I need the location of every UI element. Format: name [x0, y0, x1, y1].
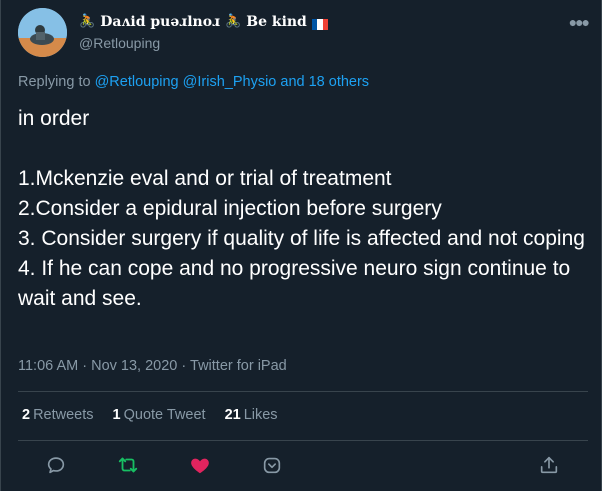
- tweet-date[interactable]: Nov 13, 2020: [91, 358, 177, 374]
- tweet-line: in order: [18, 107, 90, 130]
- reply-mentions[interactable]: @Retlouping @Irish_Physio and 18 others: [95, 74, 369, 90]
- france-flag-icon: [311, 17, 328, 30]
- likes-count: 21: [224, 407, 241, 423]
- quote-tweets-stat[interactable]: 1 Quote Tweet: [113, 407, 206, 423]
- author-handle[interactable]: @Retlouping: [79, 34, 328, 52]
- tweet-text: in order 1.Mckenzie eval and or trial of…: [18, 104, 588, 314]
- more-icon[interactable]: ●●●: [569, 14, 590, 30]
- reply-icon[interactable]: [43, 452, 69, 478]
- display-name-suffix: Be kind: [246, 14, 307, 30]
- tweet-line: 2.Consider a epidural injection before s…: [18, 197, 442, 220]
- divider: [18, 391, 588, 392]
- tweet-line: 4. If he can cope and no progressive neu…: [18, 257, 571, 310]
- display-name-text: Daʌid puǝɹlnoɹ: [100, 14, 221, 30]
- quote-count: 1: [112, 407, 121, 423]
- tweet-stats: 2 Retweets 1 Quote Tweet 21 Likes: [22, 407, 278, 423]
- tweet-actions: [1, 452, 602, 482]
- avatar[interactable]: [18, 8, 67, 57]
- bookmark-icon[interactable]: [259, 452, 285, 478]
- retweets-label: Retweets: [33, 407, 94, 423]
- meta-separator: ·: [82, 358, 88, 374]
- cyclist-icon: 🚴: [79, 14, 96, 29]
- retweet-icon[interactable]: [115, 452, 141, 478]
- tweet-card: 🚴 Daʌid puǝɹlnoɹ 🚴 Be kind @Retlouping ●…: [0, 0, 602, 491]
- likes-stat[interactable]: 21 Likes: [225, 407, 278, 423]
- share-icon[interactable]: [536, 452, 562, 478]
- heart-icon[interactable]: [187, 452, 213, 478]
- retweets-count: 2: [22, 407, 31, 423]
- display-name[interactable]: 🚴 Daʌid puǝɹlnoɹ 🚴 Be kind: [79, 13, 328, 31]
- replying-to: Replying to @Retlouping @Irish_Physio an…: [18, 74, 369, 90]
- retweets-stat[interactable]: 2 Retweets: [22, 407, 94, 423]
- author-names: 🚴 Daʌid puǝɹlnoɹ 🚴 Be kind @Retlouping: [79, 13, 328, 52]
- tweet-source[interactable]: Twitter for iPad: [190, 358, 287, 374]
- likes-label: Likes: [243, 407, 278, 423]
- replying-to-prefix: Replying to: [18, 74, 91, 90]
- tweet-line: 1.Mckenzie eval and or trial of treatmen…: [18, 167, 392, 190]
- cyclist-icon: 🚴: [225, 14, 242, 29]
- tweet-line: 3. Consider surgery if quality of life i…: [18, 227, 585, 250]
- meta-separator: ·: [181, 358, 187, 374]
- tweet-meta: 11:06 AM · Nov 13, 2020 · Twitter for iP…: [18, 358, 287, 374]
- divider: [18, 440, 588, 441]
- quote-label: Quote Tweet: [123, 407, 206, 423]
- tweet-time[interactable]: 11:06 AM: [18, 358, 78, 374]
- tweet-header: 🚴 Daʌid puǝɹlnoɹ 🚴 Be kind @Retlouping ●…: [18, 8, 590, 60]
